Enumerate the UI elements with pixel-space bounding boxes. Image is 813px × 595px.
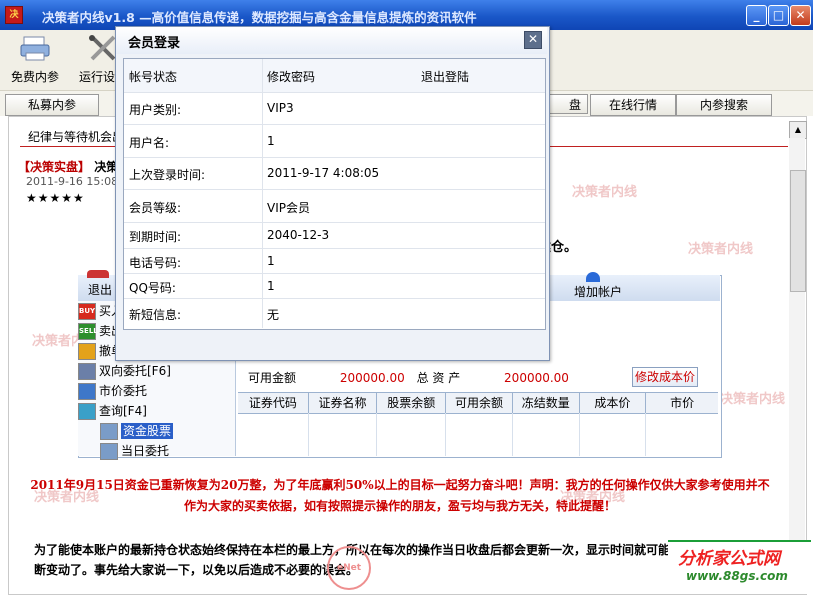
change-password-link[interactable]: 修改密码 [267, 68, 315, 85]
tree-item-funds-stocks: 资金股票 [78, 421, 235, 441]
tab-live-quotes[interactable]: 在线行情 [590, 94, 676, 116]
available-label: 可用金额 [248, 371, 297, 385]
order-icon [78, 363, 96, 380]
rating-stars: ★★★★★ [26, 191, 85, 205]
disclaimer-notice: 2011年9月15日资金已重新恢复为20万整，为了年底赢利50%以上的目标一起努… [30, 478, 770, 513]
tree-label: 当日委托 [121, 444, 170, 458]
add-account-button: 增加帐户 [574, 285, 623, 299]
info-row-expiry: 到期时间: 2040-12-3 [124, 223, 545, 249]
account-status-label: 帐号状态 [129, 70, 178, 84]
holdings-table-body [238, 413, 718, 456]
exit-icon [87, 270, 109, 278]
dialog-title-bar [116, 27, 547, 54]
qq-label: QQ号码: [129, 281, 176, 295]
post-header: 【决策实盘】 决策 [18, 158, 118, 175]
info-row-member-level: 会员等级: VIP会员 [124, 190, 545, 223]
minimize-button[interactable]: _ [746, 5, 767, 26]
order-icon [78, 383, 96, 400]
username-label: 用户名: [129, 136, 170, 150]
modify-cost-button: 修改成本价 [632, 367, 698, 387]
member-level-value: VIP会员 [267, 201, 310, 215]
tree-item-bidirectional: 双向委托[F6] [78, 361, 235, 381]
tree-item-query: 查询[F4] [78, 401, 235, 421]
window-title: 决策者内线v1.8 —高价值信息传递，数据挖掘与高含金量信息提炼的资讯软件 [42, 10, 477, 25]
info-row-phone: 电话号码: 1 [124, 249, 545, 274]
user-type-value: VIP3 [267, 101, 294, 115]
post-date: 2011-9-16 15:08 [26, 175, 119, 188]
tree-label: 市价委托 [99, 384, 148, 398]
close-button[interactable]: ✕ [790, 5, 811, 26]
phone-value: 1 [267, 254, 275, 268]
hand-icon [78, 343, 96, 360]
printer-icon [20, 36, 50, 61]
free-news-label: 免费内参 [10, 70, 59, 84]
sell-icon: SELL [78, 323, 98, 340]
phone-label: 电话号码: [129, 256, 182, 270]
buy-icon: BUY [78, 303, 96, 320]
trade-exit-button: 退出 [88, 283, 113, 297]
last-login-value: 2011-9-17 4:08:05 [267, 166, 380, 180]
messages-value: 无 [267, 308, 280, 322]
holdings-table-header: 证券代码 证券名称 股票余额 可用余额 冻结数量 成本价 市价 [238, 392, 718, 414]
column-header: 可用余额 [446, 393, 513, 413]
maximize-button[interactable]: □ [768, 5, 789, 26]
column-header: 冻结数量 [513, 393, 580, 413]
enet-watermark-stamp: eNet [327, 546, 371, 590]
document-icon [100, 443, 118, 460]
dialog-title: 会员登录 [128, 36, 181, 51]
info-row-user-type: 用户类别: VIP3 [124, 93, 545, 125]
member-level-label: 会员等级: [129, 201, 182, 215]
document-icon [100, 423, 118, 440]
logout-link[interactable]: 退出登陆 [421, 68, 469, 85]
account-status-row: 帐号状态 修改密码 退出登陆 [124, 59, 545, 93]
site-logo-text: 分析家公式网 [678, 549, 780, 569]
site-logo-url: www.88gs.com [686, 569, 788, 583]
expiry-value: 2040-12-3 [267, 228, 330, 242]
info-row-messages: 新短信息: 无 [124, 299, 545, 328]
add-account-icon [586, 272, 600, 282]
dialog-close-button[interactable]: ✕ [524, 31, 542, 49]
account-summary: 可用金额 200000.00 总 资 产 200000.00 [248, 369, 569, 386]
column-header: 证券代码 [238, 393, 309, 413]
info-row-qq: QQ号码: 1 [124, 274, 545, 299]
qq-value: 1 [267, 279, 275, 293]
scroll-up-arrow[interactable]: ▲ [789, 121, 807, 139]
column-header: 成本价 [580, 393, 647, 413]
tree-label: 查询[F4] [99, 404, 147, 418]
member-info-grid: 帐号状态 修改密码 退出登陆 用户类别: VIP3 用户名: 1 上次登录时间:… [123, 58, 546, 330]
tree-label: 双向委托[F6] [99, 364, 171, 378]
user-type-label: 用户类别: [129, 103, 182, 117]
watermark: 决策者内线 [572, 185, 638, 200]
username-value: 1 [267, 134, 275, 148]
grid-column-separator [262, 59, 263, 328]
watermark: 决策者内线 [720, 392, 786, 407]
column-header: 股票余额 [377, 393, 447, 413]
tab-private-news[interactable]: 私募内参 [5, 94, 99, 116]
tree-item-today-orders: 当日委托 [78, 441, 235, 461]
last-login-label: 上次登录时间: [129, 168, 206, 182]
section-subtitle: 纪律与等待机会出 [28, 130, 125, 144]
app-icon: 决 [5, 6, 23, 24]
magnifier-icon [78, 403, 96, 420]
free-news-button[interactable]: 免费内参 [4, 34, 66, 84]
total-value: 200000.00 [504, 371, 569, 385]
watermark: 决策者内线 [688, 242, 754, 257]
column-header: 市价 [670, 396, 695, 410]
expiry-label: 到期时间: [129, 230, 182, 244]
post-tag: 【决策实盘】 [18, 160, 91, 174]
tree-item-market-order: 市价委托 [78, 381, 235, 401]
info-row-username: 用户名: 1 [124, 125, 545, 158]
info-row-last-login: 上次登录时间: 2011-9-17 4:08:05 [124, 158, 545, 190]
tab-search[interactable]: 内参搜索 [676, 94, 772, 116]
total-label: 总 资 产 [416, 371, 461, 385]
tree-label: 资金股票 [121, 423, 174, 439]
column-header: 证券名称 [309, 393, 378, 413]
scrollbar-thumb[interactable] [790, 170, 806, 292]
available-value: 200000.00 [339, 371, 405, 385]
messages-label: 新短信息: [129, 308, 182, 322]
